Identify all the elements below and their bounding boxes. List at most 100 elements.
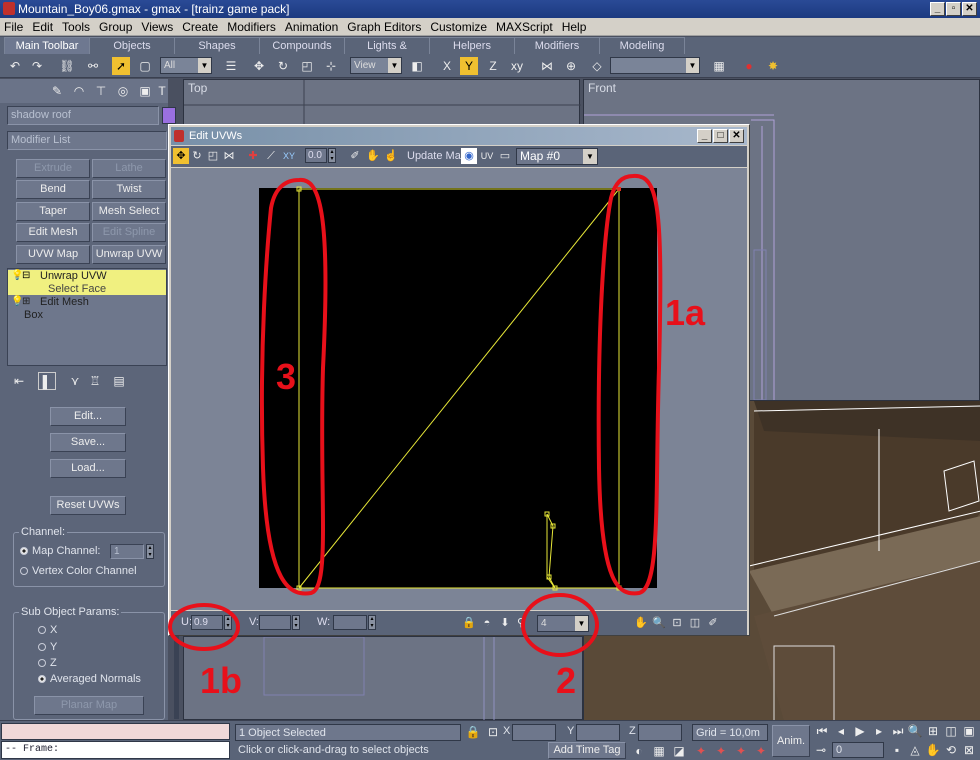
set-key-icon[interactable]: ✦ bbox=[712, 742, 730, 760]
configure-sets-icon[interactable]: ▤ bbox=[110, 372, 128, 390]
mesh-select-button[interactable]: Mesh Select bbox=[92, 202, 166, 221]
edit-button[interactable]: Edit... bbox=[50, 407, 126, 426]
modify-tab-icon[interactable]: ◠ bbox=[70, 82, 88, 100]
reset-uvws-button[interactable]: Reset UVWs bbox=[50, 496, 126, 515]
align-icon[interactable]: ⊕ bbox=[562, 57, 580, 75]
redo-icon[interactable]: ↷ bbox=[28, 57, 46, 75]
expand-selection-icon[interactable]: ✚ bbox=[245, 148, 261, 164]
zoom-icon[interactable]: 🔍 bbox=[651, 615, 667, 631]
tab-lights-cameras[interactable]: Lights & Cameras bbox=[344, 37, 430, 68]
material-editor-icon[interactable]: ● bbox=[740, 57, 758, 75]
averaged-normals-radio[interactable]: Averaged Normals bbox=[38, 673, 141, 685]
w-spinner[interactable]: ▴ ▾ bbox=[368, 615, 376, 630]
constrain-z-icon[interactable]: Z bbox=[484, 57, 502, 75]
modifier-list-dropdown[interactable]: Modifier List bbox=[7, 131, 167, 150]
weld-icon[interactable]: ✐ bbox=[347, 148, 363, 164]
constrain-xy-icon[interactable]: xy bbox=[508, 57, 526, 75]
planar-map-button[interactable]: Planar Map bbox=[34, 696, 144, 715]
scale-icon[interactable]: ◰ bbox=[298, 57, 316, 75]
viewport-left[interactable] bbox=[183, 636, 583, 721]
zoom-extents-icon[interactable]: ◫ bbox=[942, 722, 960, 740]
uv-mode-icon[interactable]: UV bbox=[479, 148, 495, 164]
key-mode-toggle-icon[interactable]: ⊸ bbox=[812, 741, 830, 759]
axis-y-radio[interactable]: Y bbox=[38, 641, 57, 653]
tab-modeling[interactable]: Modeling bbox=[599, 37, 685, 54]
undo-icon[interactable]: ↶ bbox=[6, 57, 24, 75]
axis-x-radio[interactable]: X bbox=[38, 624, 57, 636]
menu-file[interactable]: File bbox=[4, 20, 23, 34]
save-button[interactable]: Save... bbox=[50, 433, 126, 452]
menu-modifiers[interactable]: Modifiers bbox=[227, 20, 276, 34]
motion-tab-icon[interactable]: ◎ bbox=[114, 82, 132, 100]
next-frame-icon[interactable]: ▸ bbox=[870, 722, 888, 740]
pan-icon[interactable]: ✋ bbox=[633, 615, 649, 631]
select-by-name-icon[interactable]: ☰ bbox=[222, 57, 240, 75]
vertex-color-radio[interactable]: Vertex Color Channel bbox=[20, 565, 137, 577]
remove-modifier-icon[interactable]: ♖ bbox=[86, 372, 104, 390]
bend-button[interactable]: Bend bbox=[16, 180, 90, 199]
restore-button[interactable]: ▫ bbox=[946, 2, 961, 16]
map-channel-radio[interactable]: Map Channel: bbox=[20, 545, 101, 557]
move-icon[interactable]: ✥ bbox=[173, 148, 189, 164]
rotate-icon[interactable]: ↻ bbox=[274, 57, 292, 75]
tab-shapes[interactable]: Shapes bbox=[174, 37, 260, 54]
display-tab-icon[interactable]: ▣ bbox=[136, 82, 154, 100]
make-unique-icon[interactable]: ⋎ bbox=[66, 372, 84, 390]
menu-views[interactable]: Views bbox=[141, 20, 173, 34]
tab-helpers[interactable]: Helpers bbox=[429, 37, 515, 54]
collapse-icon[interactable]: ⊟ bbox=[22, 270, 30, 281]
go-to-end-icon[interactable]: ⏭ bbox=[889, 722, 907, 740]
show-map-icon[interactable]: ◉ bbox=[461, 148, 477, 164]
scale-icon[interactable]: ◰ bbox=[205, 148, 221, 164]
axis-icon[interactable]: ⊹ bbox=[322, 57, 340, 75]
close-button[interactable]: ✕ bbox=[962, 2, 977, 16]
mirror-icon[interactable]: ⋈ bbox=[538, 57, 556, 75]
dialog-maximize-button[interactable]: □ bbox=[713, 129, 728, 143]
z-coord-field[interactable] bbox=[638, 724, 682, 741]
w-field[interactable] bbox=[333, 615, 367, 630]
menu-customize[interactable]: Customize bbox=[430, 20, 487, 34]
dialog-close-button[interactable]: ✕ bbox=[729, 129, 744, 143]
uvw-map-button[interactable]: UVW Map bbox=[16, 245, 90, 264]
object-color-swatch[interactable] bbox=[162, 107, 176, 124]
zoom-region-icon[interactable]: ⊡ bbox=[669, 615, 685, 631]
percent-snap-icon[interactable]: ◪ bbox=[670, 742, 688, 760]
lock-selection-icon[interactable]: 🔒 bbox=[464, 723, 482, 741]
lathe-button[interactable]: Lathe bbox=[92, 159, 166, 178]
filter-dropdown[interactable]: 4 ▼ bbox=[537, 615, 589, 632]
constrain-x-icon[interactable]: X bbox=[438, 57, 456, 75]
expand-icon[interactable]: ⊞ bbox=[22, 296, 30, 307]
zoom-icon[interactable]: 🔍 bbox=[906, 722, 924, 740]
move-icon[interactable]: ✥ bbox=[250, 57, 268, 75]
maxscript-prompt[interactable]: -- Frame: bbox=[1, 741, 230, 759]
freeze-icon[interactable]: ⬇ bbox=[497, 615, 513, 631]
add-time-tag-button[interactable]: Add Time Tag bbox=[548, 742, 626, 759]
arc-rotate-icon[interactable]: ⟲ bbox=[942, 741, 960, 759]
key-mode-icon[interactable]: ✦ bbox=[692, 742, 710, 760]
stack-item-select-face[interactable]: Select Face bbox=[8, 283, 166, 295]
object-name-field[interactable]: shadow roof bbox=[7, 106, 159, 125]
go-to-start-icon[interactable]: ⏮ bbox=[813, 722, 831, 740]
coord-system-dropdown[interactable]: View ▼ bbox=[350, 57, 402, 74]
key-filter-icon[interactable]: ✦ bbox=[732, 742, 750, 760]
angle-snap-icon[interactable]: ▦ bbox=[650, 742, 668, 760]
unwrap-uvw-button[interactable]: Unwrap UVW bbox=[92, 245, 166, 264]
map-select-dropdown[interactable]: Map #0 ▼ bbox=[516, 148, 598, 165]
tab-main-toolbar[interactable]: Main Toolbar bbox=[4, 37, 90, 54]
mirror-icon[interactable]: ⋈ bbox=[221, 148, 237, 164]
show-end-result-icon[interactable]: ▌ bbox=[38, 372, 56, 390]
twist-button[interactable]: Twist bbox=[92, 180, 166, 199]
map-channel-spinner[interactable]: ▴ ▾ bbox=[146, 544, 154, 559]
edit-mesh-button[interactable]: Edit Mesh bbox=[16, 223, 90, 242]
uv-editor-canvas[interactable] bbox=[171, 168, 747, 610]
hierarchy-tab-icon[interactable]: ⊤ bbox=[92, 82, 110, 100]
filter-selected-icon[interactable]: ⚲ bbox=[513, 615, 529, 631]
lock-icon[interactable]: 🔒 bbox=[461, 615, 477, 631]
tab-compounds[interactable]: Compounds bbox=[259, 37, 345, 54]
menu-create[interactable]: Create bbox=[182, 20, 218, 34]
time-config-icon[interactable]: ▪ bbox=[888, 741, 906, 759]
link-icon[interactable]: ⛓ bbox=[58, 57, 76, 75]
select-arrow-icon[interactable]: ➚ bbox=[112, 57, 130, 75]
menu-graph-editors[interactable]: Graph Editors bbox=[347, 20, 421, 34]
taper-button[interactable]: Taper bbox=[16, 202, 90, 221]
